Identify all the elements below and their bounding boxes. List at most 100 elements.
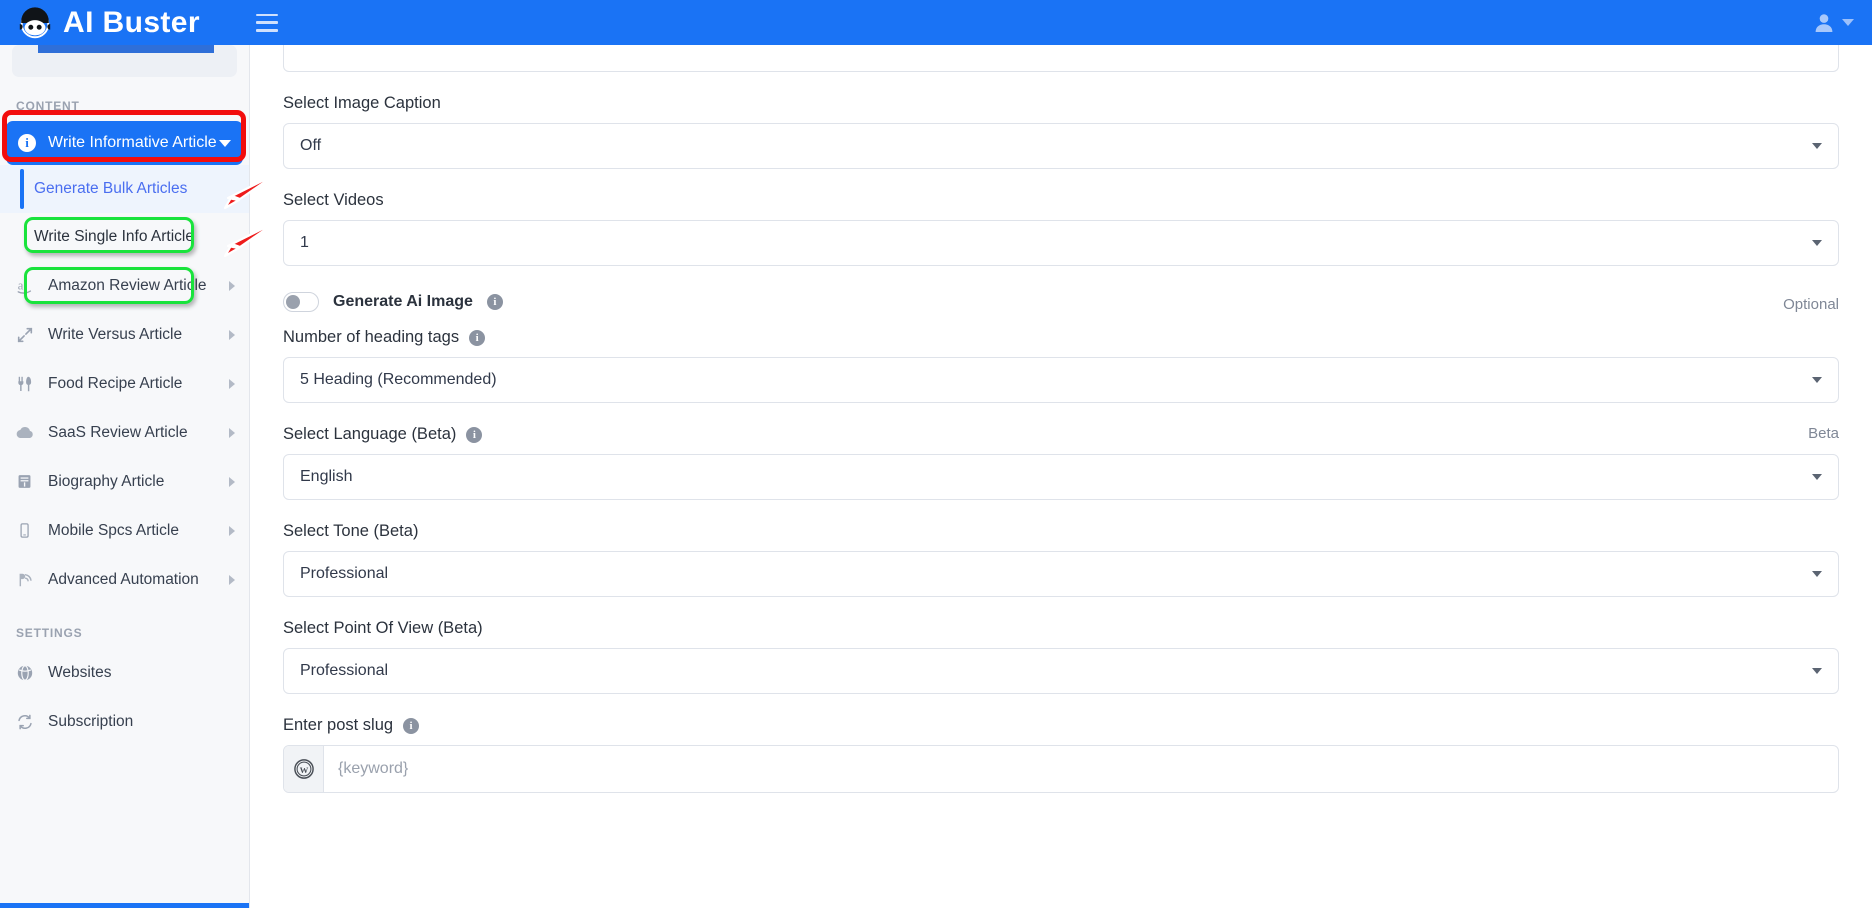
main-content: Select Image Caption Off Select Videos 1…: [250, 45, 1872, 908]
sidebar-progress-bar: [0, 903, 249, 908]
broadcast-icon: [14, 571, 35, 589]
select-language-dropdown[interactable]: English: [283, 454, 1839, 500]
sidebar-item-label: Websites: [48, 663, 112, 681]
chevron-down-icon: [1812, 668, 1822, 674]
clipped-field-above[interactable]: [283, 45, 1839, 72]
sidebar-item-label: Food Recipe Article: [48, 374, 183, 392]
field-select-videos: Select Videos 1: [283, 191, 1839, 266]
brand-name: AI Buster: [63, 5, 200, 39]
chevron-right-icon: [229, 574, 235, 585]
sidebar-item-websites[interactable]: Websites: [0, 648, 249, 697]
sidebar-item-amazon-review-article[interactable]: a Amazon Review Article: [0, 261, 249, 310]
chevron-down-icon: [1812, 143, 1822, 149]
selected-value: Off: [300, 137, 322, 154]
chevron-right-icon: [229, 525, 235, 536]
field-select-image-caption: Select Image Caption Off: [283, 94, 1839, 169]
sidebar-item-food-recipe-article[interactable]: Food Recipe Article: [0, 359, 249, 408]
field-select-point-of-view: Select Point Of View (Beta) Professional: [283, 619, 1839, 694]
fork-knife-icon: [14, 375, 35, 393]
top-app-bar: AI Buster: [0, 0, 1872, 45]
info-circle-icon[interactable]: i: [469, 329, 486, 346]
chevron-right-icon: [229, 280, 235, 291]
label-text: Select Videos: [283, 191, 384, 209]
versus-arrows-icon: [14, 326, 35, 344]
selected-value: Professional: [300, 662, 389, 679]
svg-text:W: W: [299, 765, 308, 775]
sidebar-item-label: Amazon Review Article: [48, 276, 207, 294]
sidebar-item-biography-article[interactable]: Biography Article: [0, 457, 249, 506]
sidebar-item-label: Subscription: [48, 712, 134, 730]
info-circle-icon[interactable]: i: [403, 717, 420, 734]
field-label: Enter post slug i: [283, 716, 1839, 735]
chevron-down-icon: [219, 139, 231, 147]
toggle-knob: [286, 295, 300, 309]
select-point-of-view-dropdown[interactable]: Professional: [283, 648, 1839, 694]
sidebar-item-advanced-automation[interactable]: Advanced Automation: [0, 555, 249, 604]
amazon-a-icon: a: [14, 277, 35, 295]
sidebar-item-subscription[interactable]: Subscription: [0, 697, 249, 746]
sidebar-item-write-versus-article[interactable]: Write Versus Article: [0, 310, 249, 359]
sidebar-item-label: Biography Article: [48, 472, 165, 490]
user-menu-button[interactable]: [1812, 11, 1872, 35]
field-label: Select Videos: [283, 191, 1839, 210]
sidebar: CONTENT i Write Informative Article Gene…: [0, 45, 250, 908]
select-image-caption-dropdown[interactable]: Off: [283, 123, 1839, 169]
field-label: Number of heading tags i: [283, 328, 1839, 347]
label-text: Select Tone (Beta): [283, 522, 419, 540]
field-select-language: Select Language (Beta) i Beta English: [283, 425, 1839, 500]
brand-logo-group[interactable]: AI Buster: [0, 4, 200, 42]
info-circle-icon: i: [18, 134, 36, 152]
beta-note: Beta: [1808, 425, 1839, 442]
chevron-down-icon: [1842, 19, 1854, 26]
chevron-down-icon: [1812, 474, 1822, 480]
selected-value: Professional: [300, 565, 389, 582]
sidebar-subitem-label: Generate Bulk Articles: [34, 180, 188, 197]
sidebar-item-write-informative-article[interactable]: i Write Informative Article: [6, 121, 243, 165]
sidebar-item-label: Write Informative Article: [48, 134, 217, 151]
toggle-label: Generate Ai Image: [333, 293, 473, 310]
cloud-icon: [14, 425, 35, 440]
generate-ai-image-toggle[interactable]: [283, 292, 319, 312]
post-slug-input[interactable]: [324, 746, 1838, 792]
selected-value: 5 Heading (Recommended): [300, 371, 497, 388]
field-label: Select Tone (Beta): [283, 522, 1839, 541]
sidebar-subitem-generate-bulk-articles[interactable]: Generate Bulk Articles: [0, 165, 249, 213]
field-label: Select Point Of View (Beta): [283, 619, 1839, 638]
book-icon: [14, 473, 35, 490]
sidebar-subitems: Generate Bulk Articles Write Single Info…: [0, 165, 249, 261]
globe-icon: [14, 664, 35, 682]
label-text: Number of heading tags: [283, 328, 460, 346]
chevron-down-icon: [1812, 240, 1822, 246]
field-label: Select Language (Beta) i: [283, 425, 1839, 444]
info-circle-icon[interactable]: i: [466, 426, 483, 443]
robot-face-icon: [19, 6, 51, 38]
sidebar-section-settings: SETTINGS: [16, 626, 83, 640]
post-slug-input-group: W: [283, 745, 1839, 793]
field-generate-ai-image: Generate Ai Image i Optional: [283, 292, 1839, 313]
sidebar-item-mobile-spcs-article[interactable]: Mobile Spcs Article: [0, 506, 249, 555]
hamburger-menu-icon[interactable]: [255, 13, 278, 32]
sidebar-item-label: Write Versus Article: [48, 325, 183, 343]
label-text: Enter post slug: [283, 716, 394, 734]
sidebar-item-label: Advanced Automation: [48, 570, 199, 588]
heading-tags-dropdown[interactable]: 5 Heading (Recommended): [283, 357, 1839, 403]
sidebar-section-content: CONTENT: [16, 99, 80, 113]
select-videos-dropdown[interactable]: 1: [283, 220, 1839, 266]
svg-text:a: a: [17, 278, 23, 292]
field-number-of-heading-tags: Number of heading tags i 5 Heading (Reco…: [283, 328, 1839, 403]
mobile-phone-icon: [14, 522, 35, 539]
refresh-sync-icon: [14, 713, 35, 731]
select-tone-dropdown[interactable]: Professional: [283, 551, 1839, 597]
field-select-tone: Select Tone (Beta) Professional: [283, 522, 1839, 597]
chevron-right-icon: [229, 329, 235, 340]
sidebar-subitem-write-single-info-article[interactable]: Write Single Info Article: [0, 213, 249, 261]
info-circle-icon[interactable]: i: [486, 294, 503, 310]
chevron-right-icon: [229, 427, 235, 438]
sidebar-scrolled-button-partial[interactable]: [38, 45, 214, 53]
sidebar-subitem-label: Write Single Info Article: [34, 228, 194, 245]
chevron-right-icon: [229, 378, 235, 389]
selected-value: English: [300, 468, 353, 485]
label-text: Select Image Caption: [283, 94, 441, 112]
optional-note: Optional: [1783, 296, 1839, 313]
sidebar-item-saas-review-article[interactable]: SaaS Review Article: [0, 408, 249, 457]
